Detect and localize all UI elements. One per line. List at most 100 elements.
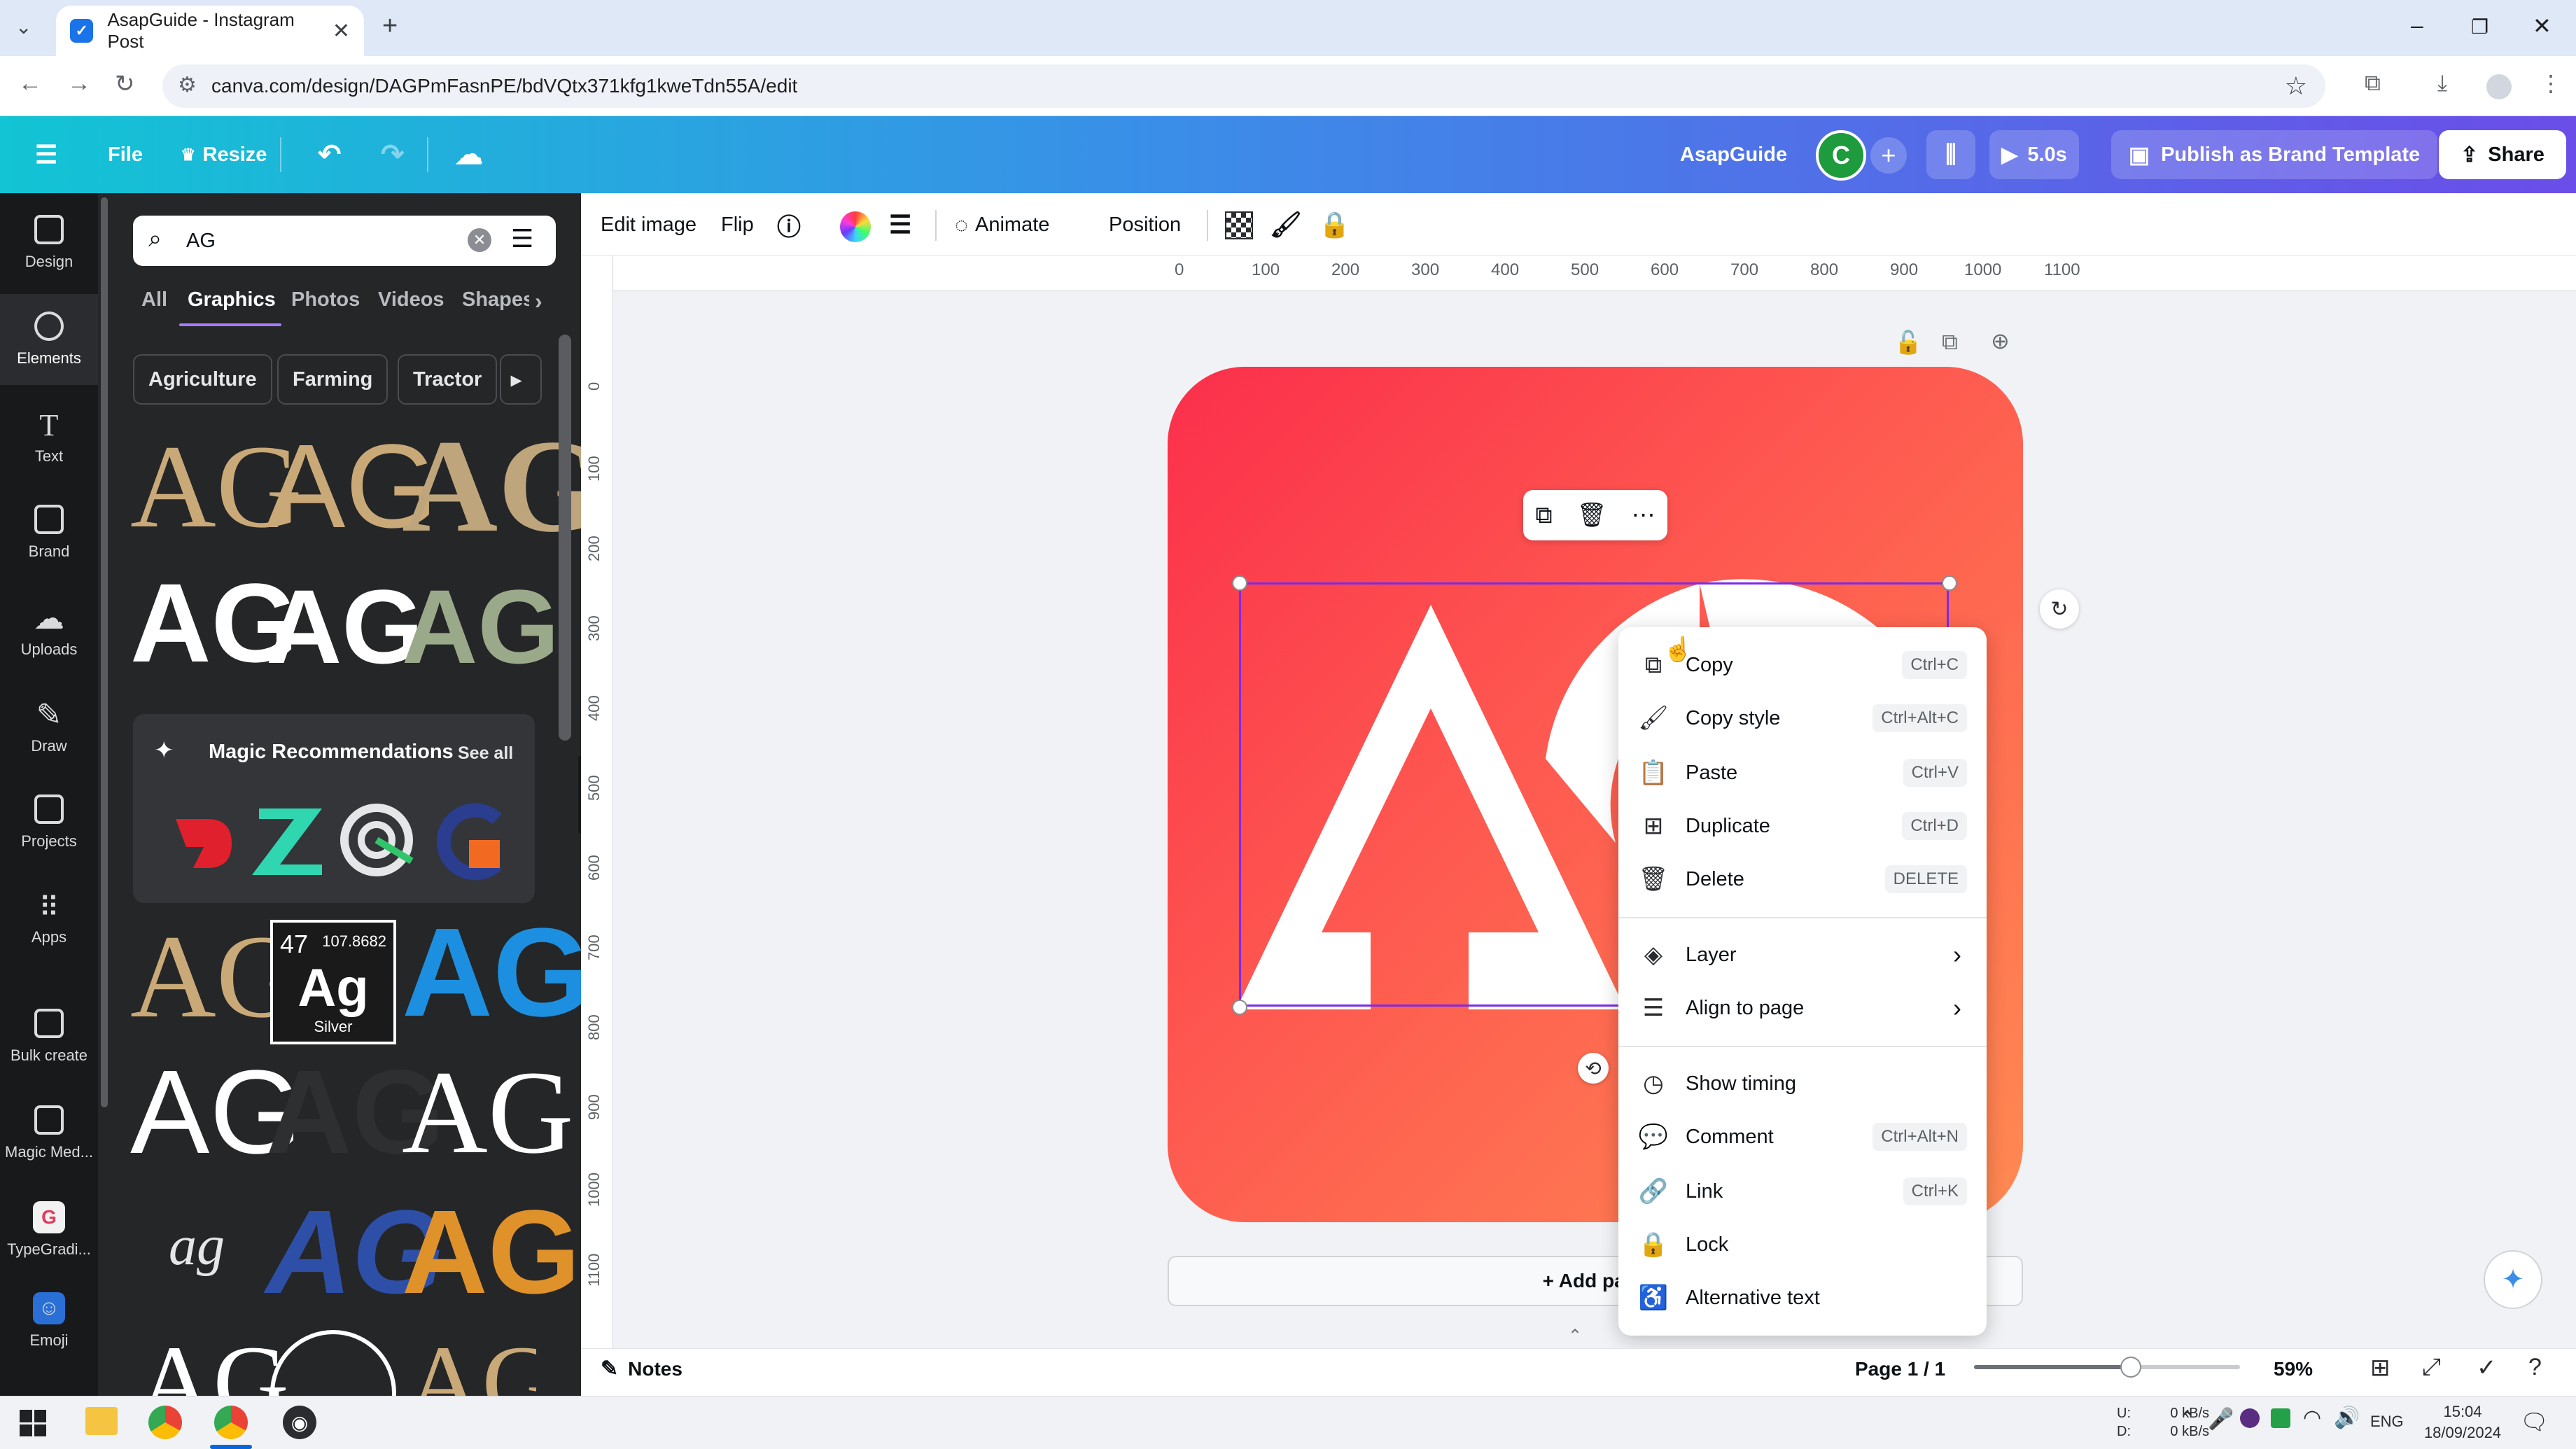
graphic-ag-red-black[interactable]: AG bbox=[266, 1053, 444, 1172]
browser-menu-icon[interactable]: ⋮ bbox=[2540, 70, 2562, 97]
fullscreen-icon[interactable]: ⤢ bbox=[2422, 1354, 2441, 1381]
add-page-icon[interactable]: ⊕ bbox=[1991, 328, 2010, 354]
chip-farming[interactable]: Farming bbox=[277, 354, 388, 405]
search-input[interactable]: ⌕ AG ✕ ☰ bbox=[133, 216, 556, 266]
graphic-ag-navy[interactable]: AG bbox=[266, 1193, 444, 1312]
site-info-icon[interactable]: ⚙ bbox=[178, 73, 197, 97]
graphic-silver-element[interactable]: 47 107.8682 Ag Silver bbox=[270, 920, 396, 1044]
paint-roller-icon[interactable]: 🖌 bbox=[1270, 193, 1302, 256]
graphic-ag-partial-circle[interactable] bbox=[270, 1330, 396, 1396]
windows-start-icon[interactable] bbox=[20, 1410, 46, 1436]
menu-item-comment[interactable]: 💬 Comment Ctrl+Alt+N bbox=[1618, 1110, 1987, 1163]
duplicate-icon[interactable]: ⧉ bbox=[1535, 502, 1552, 529]
rail-item-emoji[interactable]: ☺ Emoji bbox=[0, 1275, 98, 1366]
graphic-ag-white-bold[interactable]: AG bbox=[130, 567, 298, 679]
obs-icon[interactable]: ◉ bbox=[283, 1406, 316, 1439]
profile-avatar[interactable] bbox=[2486, 74, 2512, 99]
chip-next-icon[interactable]: ▸ bbox=[500, 354, 542, 405]
wifi-icon[interactable]: ◠ bbox=[2303, 1406, 2321, 1430]
minimize-icon[interactable]: – bbox=[2411, 13, 2423, 38]
chevron-right-icon[interactable]: › bbox=[535, 288, 542, 314]
zoom-slider-thumb[interactable] bbox=[2120, 1357, 2141, 1378]
file-explorer-icon[interactable] bbox=[85, 1407, 118, 1435]
rail-item-text[interactable]: T Text bbox=[0, 391, 98, 482]
rail-scrollbar[interactable] bbox=[101, 197, 108, 1107]
menu-item-show-timing[interactable]: ◷ Show timing bbox=[1618, 1057, 1987, 1110]
team-name[interactable]: AsapGuide bbox=[1680, 116, 1787, 193]
tab-search-icon[interactable]: ⌄ bbox=[15, 15, 31, 38]
info-icon[interactable]: ⓘ bbox=[777, 193, 801, 256]
position-button[interactable]: Position bbox=[1109, 193, 1181, 256]
graphic-ag-blue[interactable]: AG bbox=[402, 910, 591, 1036]
chrome-active-icon[interactable] bbox=[214, 1406, 248, 1439]
trash-icon[interactable]: 🗑 bbox=[1577, 501, 1607, 529]
tab-photos[interactable]: Photos bbox=[291, 288, 360, 312]
recommended-graphic-3[interactable] bbox=[335, 798, 419, 882]
menu-item-layer[interactable]: ◈ Layer › bbox=[1618, 928, 1987, 981]
tab-graphics[interactable]: Graphics bbox=[188, 288, 276, 312]
tray-chevron-up-icon[interactable]: ⌃ bbox=[2178, 1407, 2196, 1432]
duplicate-page-icon[interactable]: ⧉ bbox=[1942, 329, 1958, 356]
menu-item-paste[interactable]: 📋 Paste Ctrl+V bbox=[1618, 746, 1987, 799]
resize-handle[interactable] bbox=[1942, 575, 1957, 591]
tray-app-icon[interactable] bbox=[2240, 1408, 2260, 1428]
extensions-icon[interactable]: ⧉ bbox=[2365, 70, 2381, 97]
tab-shapes[interactable]: Shapes bbox=[462, 288, 529, 312]
menu-item-delete[interactable]: 🗑 Delete DELETE bbox=[1618, 853, 1987, 906]
rail-item-draw[interactable]: ✎ Draw bbox=[0, 680, 98, 771]
grid-view-icon[interactable]: ⊞ bbox=[2370, 1354, 2390, 1382]
new-tab-icon[interactable]: + bbox=[382, 11, 398, 41]
reload-icon[interactable]: ↻ bbox=[115, 70, 135, 98]
zoom-level[interactable]: 59% bbox=[2274, 1358, 2313, 1380]
cloud-saved-icon[interactable]: ☁ bbox=[455, 116, 483, 193]
menu-item-align-to-page[interactable]: ☰ Align to page › bbox=[1618, 981, 1987, 1035]
graphic-ag-thin-white[interactable]: AG bbox=[130, 1053, 302, 1172]
bookmark-star-icon[interactable]: ☆ bbox=[2285, 71, 2307, 101]
menu-item-lock[interactable]: 🔒 Lock bbox=[1618, 1218, 1987, 1271]
graphic-ag-thin-gold[interactable]: AG bbox=[266, 427, 438, 546]
transparency-icon[interactable] bbox=[1225, 211, 1253, 239]
tab-all[interactable]: All bbox=[141, 288, 167, 312]
magic-assistant-icon[interactable]: ✦ bbox=[2484, 1250, 2542, 1309]
border-style-icon[interactable]: ☰ bbox=[889, 193, 911, 256]
close-icon[interactable]: ✕ bbox=[332, 19, 350, 43]
rail-item-typegradient[interactable]: G TypeGradi... bbox=[0, 1184, 98, 1275]
graphic-ag-serif-white[interactable]: AG bbox=[402, 1053, 574, 1172]
tray-app-icon-2[interactable] bbox=[2271, 1408, 2290, 1428]
browser-tab[interactable]: ✓ AsapGuide - Instagram Post ✕ bbox=[56, 6, 364, 56]
notification-icon[interactable]: 🗨 bbox=[2520, 1408, 2549, 1435]
check-icon[interactable]: ✓ bbox=[2477, 1354, 2497, 1382]
url-input[interactable]: ⚙ canva.com/design/DAGPmFasnPE/bdVQtx371… bbox=[162, 64, 2325, 108]
rail-item-brand[interactable]: Brand bbox=[0, 487, 98, 578]
graphic-ag-script[interactable]: ag bbox=[130, 1218, 263, 1274]
graphic-ag-olive[interactable]: AG bbox=[402, 574, 559, 679]
see-all-link[interactable]: See all bbox=[458, 743, 513, 764]
rail-item-elements[interactable]: Elements bbox=[0, 294, 98, 385]
filter-icon[interactable]: ☰ bbox=[511, 224, 533, 253]
tab-videos[interactable]: Videos bbox=[378, 288, 444, 312]
redo-icon[interactable]: ↷ bbox=[381, 116, 405, 193]
rail-item-apps[interactable]: ⠿ Apps bbox=[0, 874, 98, 965]
speaker-icon[interactable]: 🔊 bbox=[2334, 1406, 2360, 1430]
hamburger-menu-icon[interactable]: ☰ bbox=[35, 116, 57, 193]
chip-tractor[interactable]: Tractor bbox=[398, 354, 498, 405]
graphic-ag-white-triangle[interactable]: AG bbox=[266, 574, 424, 679]
menu-item-copy-style[interactable]: 🖌 Copy style Ctrl+Alt+C bbox=[1618, 692, 1987, 745]
refresh-comment-icon[interactable]: ↻ bbox=[2040, 589, 2079, 629]
help-icon[interactable]: ? bbox=[2528, 1354, 2542, 1381]
graphic-ag-serif-gold-2[interactable]: AG bbox=[130, 917, 302, 1036]
file-menu[interactable]: File bbox=[108, 116, 143, 193]
graphic-ag-orange[interactable]: AG bbox=[402, 1193, 580, 1312]
language-indicator[interactable]: ENG bbox=[2370, 1413, 2404, 1431]
rail-item-bulk-create[interactable]: Bulk create bbox=[0, 991, 98, 1082]
recommended-graphic-4[interactable] bbox=[427, 798, 511, 882]
more-options-icon[interactable]: ⋯ bbox=[1632, 501, 1656, 529]
chrome-icon[interactable] bbox=[148, 1406, 182, 1439]
graphic-ag-partial-3[interactable]: AG bbox=[406, 1330, 536, 1396]
graphic-ag-monogram-gold[interactable]: AG bbox=[402, 420, 601, 553]
restore-icon[interactable]: ❐ bbox=[2471, 15, 2488, 38]
back-icon[interactable]: ← bbox=[18, 70, 42, 97]
microphone-icon[interactable]: 🎤 bbox=[2208, 1407, 2234, 1432]
rail-item-projects[interactable]: Projects bbox=[0, 777, 98, 868]
lock-icon[interactable]: 🔒 bbox=[1319, 193, 1350, 256]
